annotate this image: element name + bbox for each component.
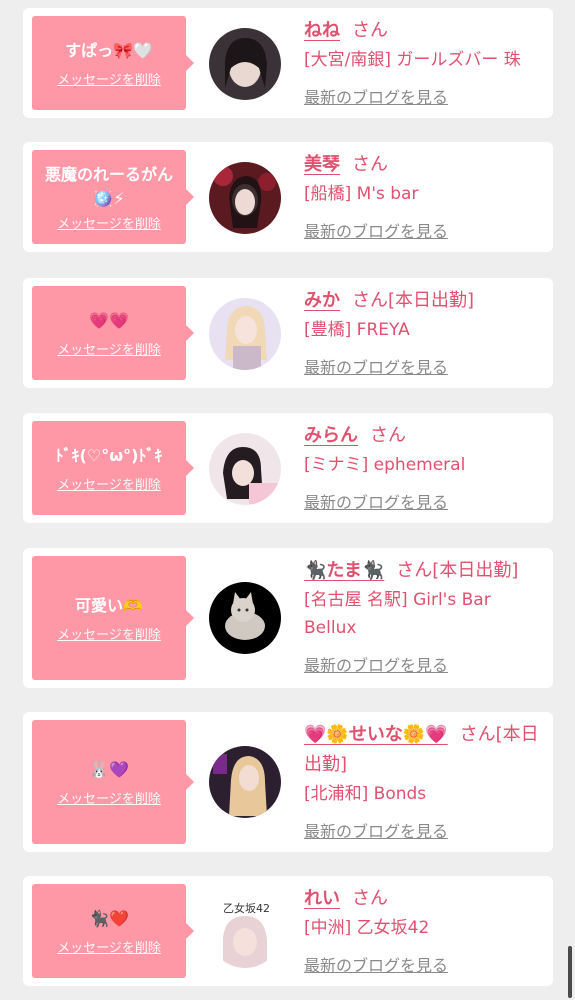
cast-info: みか さん[本日出勤] [豊橋] FREYA 最新のブログを見る	[304, 286, 544, 382]
cast-name-link[interactable]: 美琴	[304, 154, 340, 175]
cast-name-link[interactable]: みらん	[304, 425, 358, 446]
honorific: さん	[352, 154, 388, 175]
avatar[interactable]	[209, 746, 281, 818]
message-bubble: 可愛い🫶 メッセージを削除	[32, 556, 194, 680]
delete-message-link[interactable]: メッセージを削除	[57, 213, 161, 232]
cast-name-link[interactable]: れい	[304, 888, 340, 909]
honorific: さん	[459, 724, 496, 745]
honorific: さん	[352, 290, 388, 311]
shop-name: [ミナミ] ephemeral	[304, 455, 466, 475]
attendance-status: [本日出勤]	[388, 290, 475, 311]
honorific: さん	[370, 425, 406, 446]
scrollbar[interactable]	[568, 946, 572, 998]
shop-name: [名古屋 名駅] Girl's Bar Bellux	[304, 590, 491, 638]
cast-info: 💗🌼せいな🌼💗 さん[本日出勤] [北浦和] Bonds 最新のブログを見る	[304, 720, 544, 846]
latest-blog-link[interactable]: 最新のブログを見る	[304, 218, 544, 246]
avatar[interactable]	[209, 433, 281, 505]
cast-name-link[interactable]: 💗🌼せいな🌼💗	[304, 724, 448, 745]
message-text: すぱっ🎀🤍	[65, 40, 153, 60]
shop-name: [豊橋] FREYA	[304, 320, 410, 340]
message-text: 💗💗	[89, 310, 129, 330]
shop-name: [北浦和] Bonds	[304, 784, 427, 804]
message-bubble: 🐰💜 メッセージを削除	[32, 720, 194, 844]
cast-info: ねね さん [大宮/南銀] ガールズバー 珠 最新のブログを見る	[304, 16, 544, 112]
message-text: 可愛い🫶	[75, 595, 143, 615]
cast-name-link[interactable]: ねね	[304, 20, 340, 41]
message-bubble: すぱっ🎀🤍 メッセージを削除	[32, 16, 194, 110]
message-text: 🐈‍⬛❤️	[89, 908, 129, 928]
message-bubble: 悪魔のれーるがん 🪩⚡ メッセージを削除	[32, 150, 194, 244]
message-card: 可愛い🫶 メッセージを削除 🐈‍⬛たま🐈‍⬛ さん[本日出勤] [名古屋 名駅] …	[23, 548, 553, 688]
latest-blog-link[interactable]: 最新のブログを見る	[304, 354, 544, 382]
avatar-logo-text: 乙女坂42	[223, 901, 270, 915]
cast-info: れい さん [中洲] 乙女坂42 最新のブログを見る	[304, 884, 544, 980]
message-text: 🐰💜	[89, 759, 129, 779]
honorific: さん	[352, 888, 388, 909]
latest-blog-link[interactable]: 最新のブログを見る	[304, 489, 544, 517]
message-card: 💗💗 メッセージを削除 みか さん[本日出勤] [豊橋] FREYA 最新のブログ…	[23, 278, 553, 388]
message-card: ﾄﾞｷ(♡°ω°)ﾄﾞｷ メッセージを削除 みらん さん [ミナミ] epheme…	[23, 413, 553, 523]
cast-name-link[interactable]: みか	[304, 290, 340, 311]
delete-message-link[interactable]: メッセージを削除	[57, 339, 161, 358]
message-card: 悪魔のれーるがん 🪩⚡ メッセージを削除 美琴 さん [船橋] M's bar 最…	[23, 142, 553, 252]
cast-info: みらん さん [ミナミ] ephemeral 最新のブログを見る	[304, 421, 544, 517]
avatar[interactable]: 乙女坂42	[209, 896, 281, 968]
honorific: さん	[396, 560, 433, 581]
honorific: さん	[352, 20, 388, 41]
message-bubble: 💗💗 メッセージを削除	[32, 286, 194, 380]
delete-message-link[interactable]: メッセージを削除	[57, 69, 161, 88]
latest-blog-link[interactable]: 最新のブログを見る	[304, 652, 544, 680]
avatar[interactable]	[209, 28, 281, 100]
delete-message-link[interactable]: メッセージを削除	[57, 624, 161, 643]
avatar[interactable]	[209, 298, 281, 370]
shop-name: [中洲] 乙女坂42	[304, 918, 430, 938]
cast-name-link[interactable]: 🐈‍⬛たま🐈‍⬛	[304, 560, 384, 581]
attendance-status: [本日出勤]	[432, 560, 519, 581]
message-bubble: ﾄﾞｷ(♡°ω°)ﾄﾞｷ メッセージを削除	[32, 421, 194, 515]
shop-name: [大宮/南銀] ガールズバー 珠	[304, 50, 521, 70]
message-bubble: 🐈‍⬛❤️ メッセージを削除	[32, 884, 194, 978]
message-text: 悪魔のれーるがん 🪩⚡	[44, 164, 173, 208]
latest-blog-link[interactable]: 最新のブログを見る	[304, 818, 544, 846]
avatar[interactable]	[209, 162, 281, 234]
message-card: 🐈‍⬛❤️ メッセージを削除 乙女坂42 れい さん [中洲] 乙女坂42 最新の…	[23, 876, 553, 986]
message-card: 🐰💜 メッセージを削除 💗🌼せいな🌼💗 さん[本日出勤] [北浦和] Bonds …	[23, 712, 553, 852]
message-text: ﾄﾞｷ(♡°ω°)ﾄﾞｷ	[55, 445, 163, 465]
delete-message-link[interactable]: メッセージを削除	[57, 937, 161, 956]
shop-name: [船橋] M's bar	[304, 184, 419, 204]
delete-message-link[interactable]: メッセージを削除	[57, 788, 161, 807]
latest-blog-link[interactable]: 最新のブログを見る	[304, 84, 544, 112]
cast-info: 🐈‍⬛たま🐈‍⬛ さん[本日出勤] [名古屋 名駅] Girl's Bar Bel…	[304, 556, 544, 680]
latest-blog-link[interactable]: 最新のブログを見る	[304, 952, 544, 980]
delete-message-link[interactable]: メッセージを削除	[57, 474, 161, 493]
message-card: すぱっ🎀🤍 メッセージを削除 ねね さん [大宮/南銀] ガールズバー 珠 最新の…	[23, 8, 553, 118]
cast-info: 美琴 さん [船橋] M's bar 最新のブログを見る	[304, 150, 544, 246]
cat-avatar[interactable]	[209, 582, 281, 654]
